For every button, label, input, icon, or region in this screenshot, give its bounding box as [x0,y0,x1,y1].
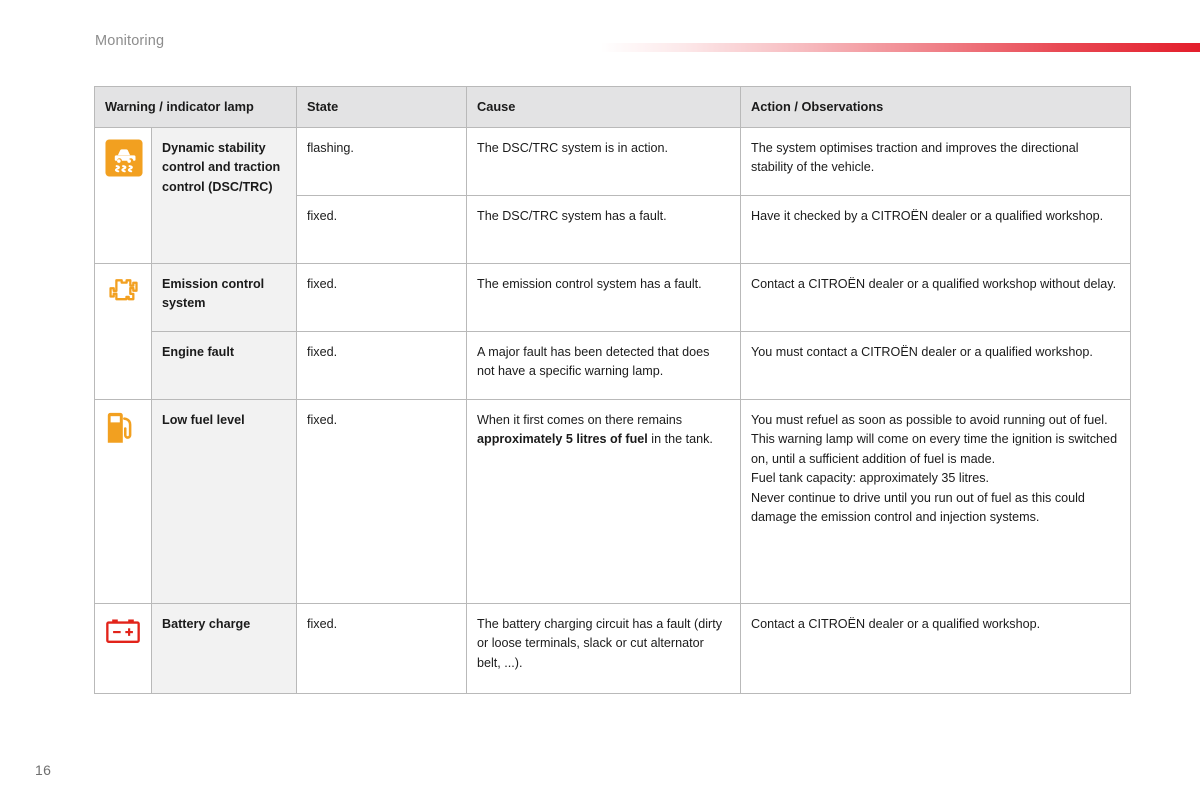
column-header-lamp: Warning / indicator lamp [94,86,297,128]
lamp-action: Contact a CITROËN dealer or a qualified … [740,602,1131,694]
lamp-action: Have it checked by a CITROËN dealer or a… [740,194,1131,264]
battery-charge-icon [105,618,141,644]
lamp-name-low-fuel: Low fuel level [151,398,297,604]
page-number: 16 [35,762,52,778]
table-row: Dynamic stability control and traction c… [94,126,1131,264]
lamp-state: flashing. [296,126,467,196]
fuel-pump-icon [105,411,135,445]
lamp-action: The system optimises traction and improv… [740,126,1131,196]
lamp-action: You must contact a CITROËN dealer or a q… [740,330,1131,400]
lamp-cause: The battery charging circuit has a fault… [466,602,741,694]
action-line: Never continue to drive until you run ou… [751,490,1085,525]
action-line: Fuel tank capacity: approximately 35 lit… [751,471,989,486]
lamp-action: Contact a CITROËN dealer or a qualified … [740,262,1131,332]
lamp-cause: The DSC/TRC system has a fault. [466,194,741,264]
table-row: Low fuel level fixed. When it first come… [94,398,1131,604]
lamp-icon-cell-emission [94,262,152,400]
column-header-action: Action / Observations [740,86,1131,128]
lamp-state: fixed. [296,602,467,694]
page-header: Monitoring [0,0,1200,80]
lamp-state: fixed. [296,262,467,332]
check-engine-icon [105,275,141,305]
lamp-cause: The DSC/TRC system is in action. [466,126,741,196]
lamp-state: fixed. [296,330,467,400]
lamp-cause: When it first comes on there remains app… [466,398,741,604]
table-row: Engine fault fixed. A major fault has be… [95,330,1131,400]
lamp-name-emission: Emission control system [151,262,297,332]
lamp-state: fixed. [296,194,467,264]
lamp-name-engine-fault: Engine fault [151,330,297,400]
lamp-icon-cell-fuel [94,398,152,604]
dsc-trc-skid-car-icon [105,139,143,177]
table-header-row: Warning / indicator lamp State Cause Act… [94,86,1131,128]
lamp-action: You must refuel as soon as possible to a… [740,398,1131,604]
column-header-state: State [296,86,467,128]
lamp-icon-cell-battery [94,602,152,694]
lamp-state: fixed. [296,398,467,604]
lamp-cause: A major fault has been detected that doe… [466,330,741,400]
lamp-name-battery: Battery charge [151,602,297,694]
header-accent-rule [600,43,1200,52]
page-title: Monitoring [95,33,165,49]
cause-text-emphasis: approximately 5 litres of fuel [477,432,648,447]
lamp-icon-cell-dsc [94,126,152,264]
column-header-cause: Cause [466,86,741,128]
cause-text-post: in the tank. [647,432,713,447]
table-row: Battery charge fixed. The battery chargi… [94,602,1131,694]
action-line: You must refuel as soon as possible to a… [751,412,1108,427]
lamp-name-dsc: Dynamic stability control and traction c… [151,126,297,264]
table-row: Emission control system fixed. The emiss… [94,262,1131,400]
warning-lamp-table: Warning / indicator lamp State Cause Act… [94,86,1131,694]
action-line: This warning lamp will come on every tim… [751,432,1118,466]
cause-text-pre: When it first comes on there remains [477,412,683,427]
lamp-cause: The emission control system has a fault. [466,262,741,332]
